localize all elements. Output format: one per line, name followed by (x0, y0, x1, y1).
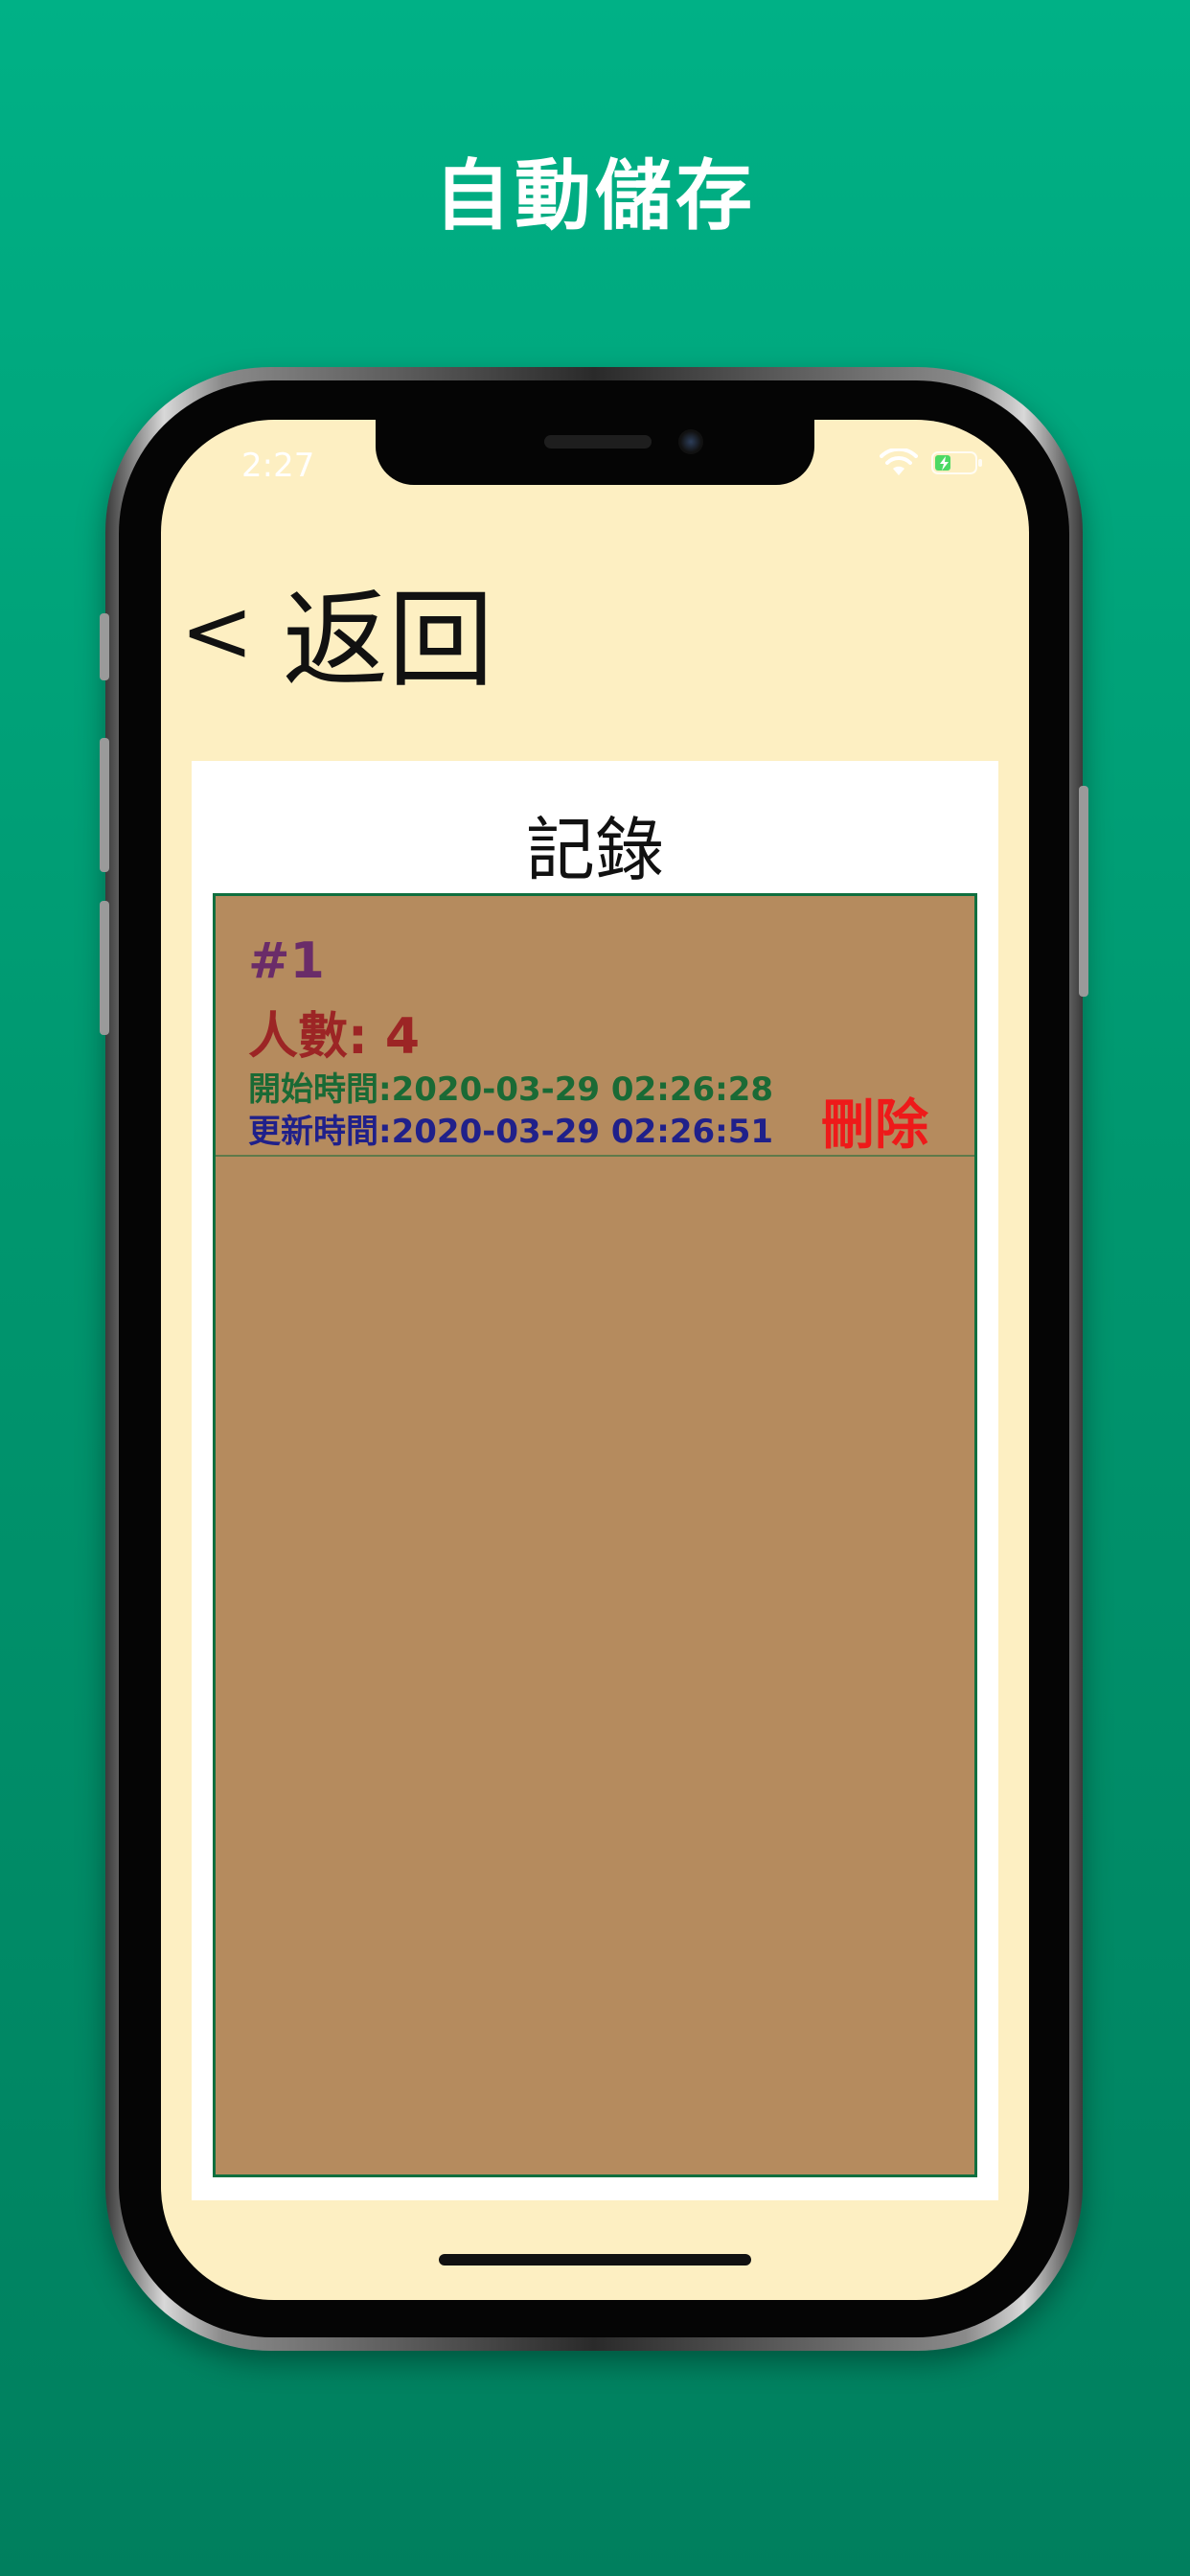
speaker-grille (544, 435, 652, 448)
records-panel: 記錄 #1 人數: 4 開始時間:2020-03-29 02:26:28 更新時… (192, 761, 998, 2200)
power-button (1079, 786, 1088, 997)
battery-charging-icon (931, 451, 982, 474)
front-camera-icon (678, 429, 703, 454)
promo-headline: 自動儲存 (434, 151, 756, 241)
back-label: 返回 (283, 579, 494, 702)
back-button[interactable]: < 返回 (180, 554, 493, 707)
record-people-count: 人數: 4 (248, 1008, 421, 1066)
wifi-icon (880, 448, 918, 475)
mute-switch (100, 613, 109, 680)
panel-title: 記錄 (525, 810, 664, 890)
record-row[interactable]: #1 人數: 4 開始時間:2020-03-29 02:26:28 更新時間:2… (216, 896, 974, 1157)
delete-button[interactable]: 刪除 (821, 1082, 928, 1160)
record-list[interactable]: #1 人數: 4 開始時間:2020-03-29 02:26:28 更新時間:2… (213, 893, 977, 2177)
record-update-time: 更新時間:2020-03-29 02:26:51 (248, 1113, 774, 1151)
volume-down-button (100, 901, 109, 1035)
status-time: 2:27 (241, 447, 315, 485)
record-number: #1 (248, 932, 325, 990)
app-screen: 2:27 < 返回 記錄 #1 人數: 4 開始時間:2020-03-29 02… (161, 420, 1029, 2300)
notch (376, 420, 814, 485)
record-start-time: 開始時間:2020-03-29 02:26:28 (248, 1070, 774, 1109)
home-indicator[interactable] (439, 2254, 751, 2266)
volume-up-button (100, 738, 109, 872)
back-chevron-icon: < (180, 579, 255, 682)
